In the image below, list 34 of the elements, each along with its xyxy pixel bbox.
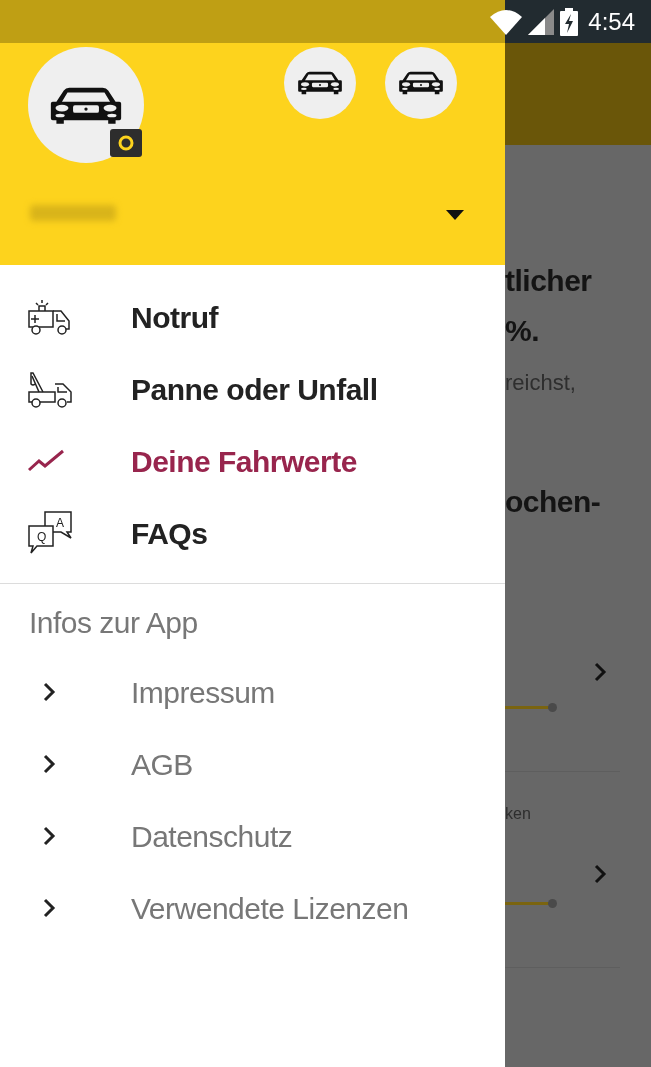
chevron-right-icon [593, 662, 607, 682]
info-link[interactable]: Impressum [0, 656, 505, 728]
signal-icon [528, 8, 555, 35]
menu-item[interactable]: Deine Fahrwerte [0, 425, 505, 497]
headline-text: tlicher [505, 262, 592, 299]
dropdown-arrow-icon[interactable] [446, 210, 464, 220]
menu-item[interactable]: Panne oder Unfall [0, 353, 505, 425]
clock-time: 4:54 [588, 6, 635, 37]
progress-line [505, 898, 557, 908]
section-title: Infos zur App [29, 604, 198, 641]
info-link[interactable]: AGB [0, 728, 505, 800]
chevron-right-icon [593, 864, 607, 884]
card-label: ken [505, 804, 531, 824]
menu-item[interactable]: A Q FAQs [0, 497, 505, 569]
camera-badge[interactable] [110, 129, 142, 157]
ambulance-icon [27, 297, 73, 337]
chevron-right-icon [42, 898, 56, 918]
headline-text: %. [505, 312, 539, 349]
subheadline-text: ochen- [505, 483, 601, 520]
car-icon [297, 70, 343, 96]
info-link[interactable]: Datenschutz [0, 800, 505, 872]
menu-item[interactable]: Notruf [0, 281, 505, 353]
battery-charging-icon [560, 7, 579, 36]
chevron-right-icon [42, 826, 56, 846]
car-icon [398, 70, 444, 96]
chevron-right-icon [42, 682, 56, 702]
progress-line [505, 702, 557, 712]
tow-truck-icon [27, 370, 73, 408]
wifi-icon [490, 8, 523, 35]
info-link[interactable]: Verwendete Lizenzen [0, 872, 505, 944]
body-text: reichst, [505, 368, 576, 397]
camera-icon [118, 135, 134, 151]
chevron-right-icon [42, 754, 56, 774]
trend-line-icon [27, 449, 65, 473]
